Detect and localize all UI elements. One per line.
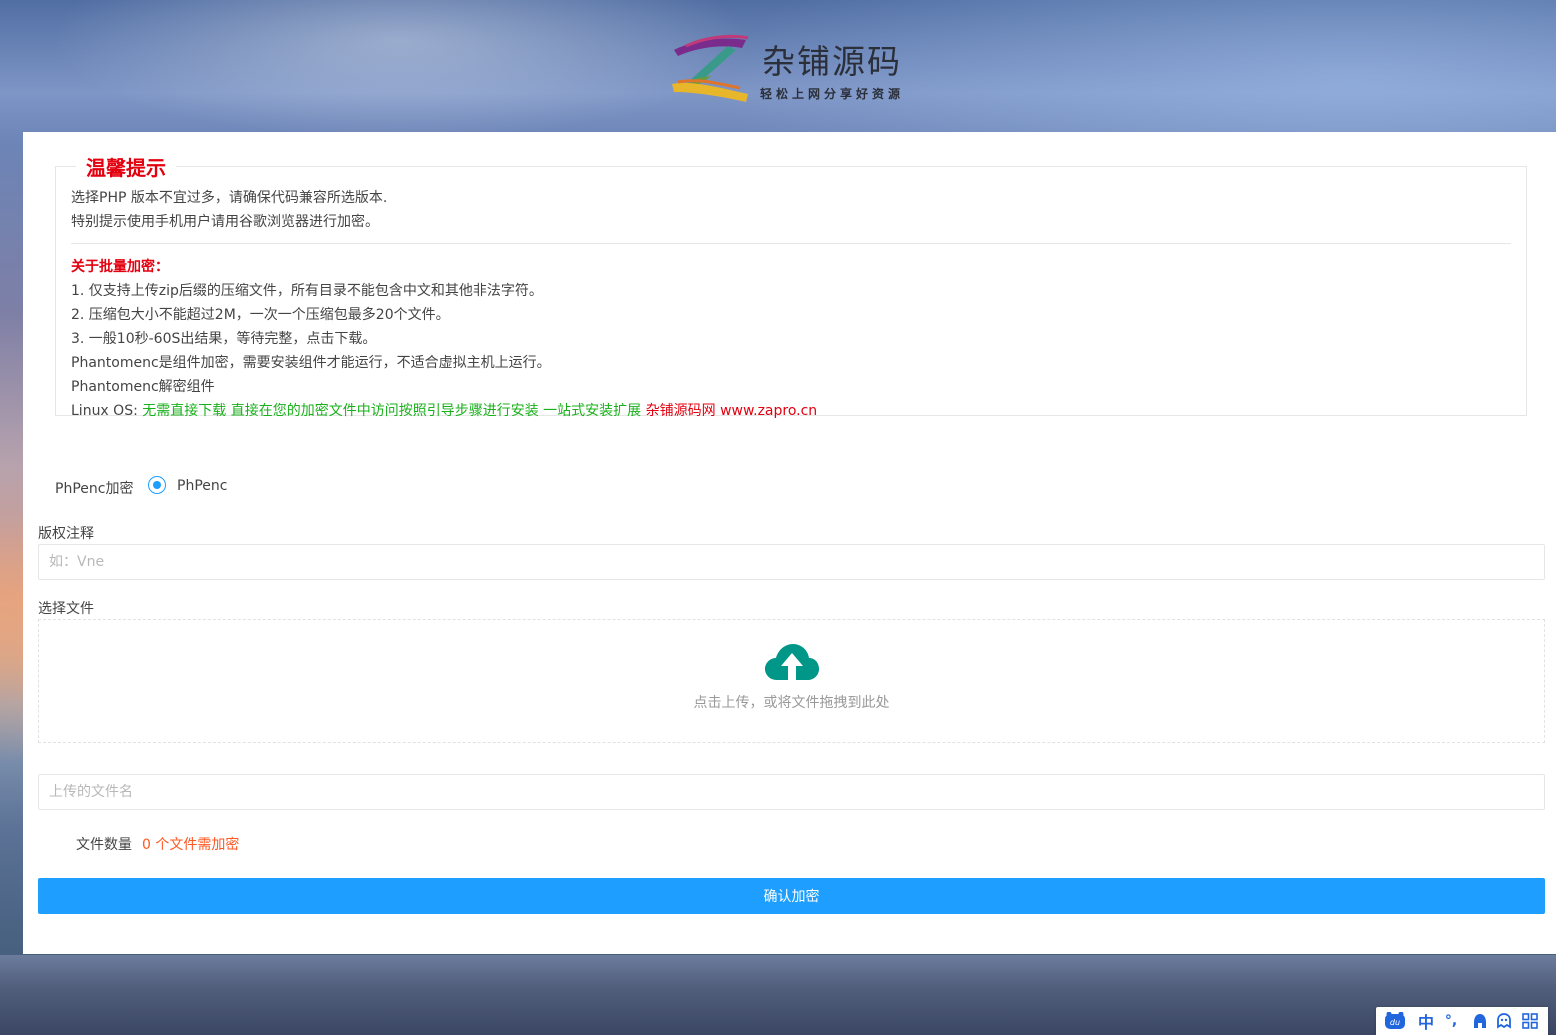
tip-mobile-browser: 特别提示使用手机用户请用谷歌浏览器进行加密。 <box>71 214 379 230</box>
uploaded-filename-input[interactable] <box>38 774 1545 810</box>
download-link[interactable]: 无需直接下载 <box>142 403 226 419</box>
du-paw-icon[interactable]: du <box>1384 1012 1406 1030</box>
tip-php-version: 选择PHP 版本不宜过多，请确保代码兼容所选版本. <box>71 190 388 206</box>
site-name-link[interactable]: 杂铺源码网 <box>646 403 716 419</box>
file-upload-dropzone[interactable]: 点击上传，或将文件拖拽到此处 <box>38 619 1545 743</box>
linux-label: Linux OS: <box>71 403 143 419</box>
copyright-input[interactable] <box>38 544 1545 580</box>
skin-icon[interactable] <box>1494 1012 1514 1030</box>
install-guide-link[interactable]: 直接在您的加密文件中访问按照引导步骤进行安装 <box>231 403 539 419</box>
svg-text:du: du <box>1390 1018 1400 1027</box>
phantomenc-decrypt-note: Phantomenc解密组件 <box>71 379 215 395</box>
linux-os-line: Linux OS: 无需直接下载 直接在您的加密文件中访问按照引导步骤进行安装 … <box>71 399 1511 423</box>
background-sea <box>0 955 1556 1035</box>
file-label: 选择文件 <box>38 601 94 617</box>
file-count-row: 文件数量 0 个文件需加密 <box>76 834 239 854</box>
phpenc-radio[interactable] <box>148 476 166 494</box>
phpenc-option-label[interactable]: PhPenc <box>177 478 227 494</box>
chinese-mode-icon[interactable]: 中 <box>1416 1012 1436 1032</box>
one-stop-install-link[interactable]: 一站式安装扩展 <box>543 403 641 419</box>
main-panel: 温馨提示 选择PHP 版本不宜过多，请确保代码兼容所选版本. 特别提示使用手机用… <box>23 132 1556 954</box>
keyboard-icon[interactable] <box>1470 1012 1490 1030</box>
site-url-link[interactable]: www.zapro.cn <box>720 403 817 419</box>
ime-toolbar: du 中 °, <box>1376 1007 1548 1035</box>
logo-title: 杂铺源码 <box>762 42 902 81</box>
encrypt-type-label: PhPenc加密 <box>55 481 134 497</box>
punctuation-icon[interactable]: °, <box>1442 1012 1460 1030</box>
batch-title: 关于批量加密： <box>71 259 169 275</box>
tips-box: 温馨提示 选择PHP 版本不宜过多，请确保代码兼容所选版本. 特别提示使用手机用… <box>55 152 1527 419</box>
batch-rule-3: 3. 一般10秒-60S出结果，等待完整，点击下载。 <box>71 331 377 347</box>
tips-divider <box>71 243 1511 244</box>
batch-rule-2: 2. 压缩包大小不能超过2M，一次一个压缩包最多20个文件。 <box>71 307 450 323</box>
file-count-label: 文件数量 <box>76 837 132 853</box>
file-count-value: 0 个文件需加密 <box>142 837 240 853</box>
phantomenc-note: Phantomenc是组件加密，需要安装组件才能运行，不适合虚拟主机上运行。 <box>71 355 551 371</box>
upload-hint: 点击上传，或将文件拖拽到此处 <box>693 695 890 711</box>
logo-brush-mark-icon <box>672 34 749 102</box>
site-logo[interactable]: 杂铺源码 轻松上网分享好资源 <box>668 32 908 106</box>
cloud-upload-icon <box>765 644 819 680</box>
grid-menu-icon[interactable] <box>1520 1012 1540 1030</box>
batch-rule-1: 1. 仅支持上传zip后缀的压缩文件，所有目录不能包含中文和其他非法字符。 <box>71 283 543 299</box>
copyright-label: 版权注释 <box>38 526 94 542</box>
logo-slogan: 轻松上网分享好资源 <box>760 87 905 101</box>
tips-title: 温馨提示 <box>86 156 166 180</box>
confirm-encrypt-button[interactable]: 确认加密 <box>38 878 1545 914</box>
